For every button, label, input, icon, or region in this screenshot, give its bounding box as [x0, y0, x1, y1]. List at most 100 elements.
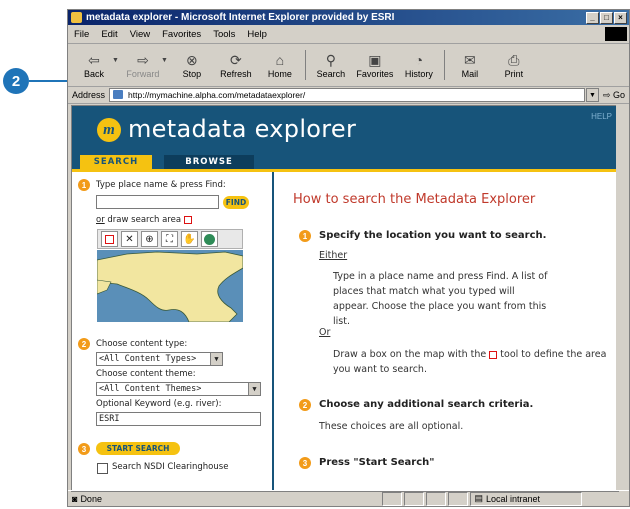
forward-arrow-icon: ⇨	[137, 51, 149, 68]
search-panel: 1 Type place name & press Find: FIND or …	[72, 172, 274, 491]
site-header: m metadata explorer HELP	[72, 106, 618, 153]
callout-badge: 2	[3, 68, 29, 94]
history-icon: ◔	[414, 52, 424, 68]
address-label: Address	[72, 90, 106, 100]
either-label: Either	[319, 250, 348, 261]
help-link[interactable]: HELP	[591, 112, 612, 121]
search-icon: ⚲	[325, 51, 336, 68]
globe-icon[interactable]	[201, 231, 218, 247]
content-theme-select[interactable]: <All Content Themes> ▼	[96, 382, 261, 396]
zoom-in-icon[interactable]: ⊕	[141, 231, 158, 247]
toolbar-separator	[304, 50, 306, 80]
tab-browse[interactable]: BROWSE	[164, 155, 254, 169]
tab-bar: SEARCH BROWSE	[72, 153, 618, 169]
favorites-button[interactable]: ▣ Favorites	[353, 51, 397, 80]
toolbar-separator	[443, 50, 445, 80]
browser-window: metadata explorer - Microsoft Internet E…	[67, 9, 630, 507]
keyword-input[interactable]: ESRI	[96, 412, 261, 426]
print-button[interactable]: ⎙ Print	[492, 51, 536, 80]
map-toolbar: ✕ ⊕ ⛶ ✋	[97, 229, 243, 249]
refresh-icon: ⟳	[230, 51, 242, 68]
back-button[interactable]: ⇦ Back	[72, 51, 116, 80]
address-url: http://mymachine.alpha.com/metadataexplo…	[128, 90, 306, 100]
place-name-input[interactable]	[96, 195, 219, 209]
rectangle-tool-icon	[183, 215, 192, 224]
page-content: m metadata explorer HELP SEARCH BROWSE 1…	[71, 105, 619, 492]
status-bar: ◙ Done ▤ Local intranet	[68, 490, 629, 506]
help-title: How to search the Metadata Explorer	[293, 192, 536, 207]
help-step-1-badge: 1	[299, 230, 311, 242]
vertical-scrollbar[interactable]	[616, 105, 627, 490]
draw-area-link[interactable]: or draw search area	[96, 215, 192, 225]
mail-icon: ✉	[464, 51, 476, 68]
favorites-icon: ▣	[368, 51, 382, 68]
refresh-button[interactable]: ⟳ Refresh	[214, 51, 258, 80]
stop-button[interactable]: ⊗ Stop	[170, 51, 214, 80]
menu-help[interactable]: Help	[241, 29, 273, 40]
help-paragraph-1: Type in a place name and press Find. A l…	[333, 271, 548, 327]
stop-icon: ⊗	[186, 51, 198, 68]
menu-view[interactable]: View	[124, 29, 156, 40]
toolbar: ⇦ Back ▼ ⇨ Forward ▼ ⊗ Stop ⟳ Refresh ⌂ Home …	[68, 44, 629, 87]
help-panel: How to search the Metadata Explorer 1 Sp…	[275, 172, 618, 491]
help-paragraph-3: These choices are all optional.	[319, 421, 464, 432]
menu-file[interactable]: File	[68, 29, 95, 40]
maximize-button[interactable]: □	[600, 11, 613, 24]
dropdown-arrow-icon: ▼	[210, 353, 222, 365]
help-paragraph-2: Draw a box on the map with the tool to d…	[333, 349, 607, 375]
content-theme-label: Choose content theme:	[96, 369, 196, 379]
help-step-2-heading: Choose any additional search criteria.	[319, 399, 534, 410]
go-button[interactable]: ⇨ Go	[599, 90, 629, 101]
step-2-badge: 2	[78, 338, 90, 350]
pan-hand-icon[interactable]: ✋	[181, 231, 198, 247]
search-button[interactable]: ⚲ Search	[309, 51, 353, 80]
status-cell	[382, 491, 403, 506]
minimize-button[interactable]: _	[586, 11, 599, 24]
help-step-3-badge: 3	[299, 457, 311, 469]
step-3-badge: 3	[78, 443, 90, 455]
menu-bar: File Edit View Favorites Tools Help	[68, 25, 629, 44]
mail-button[interactable]: ✉ Mail	[448, 51, 492, 80]
step-1-badge: 1	[78, 179, 90, 191]
intranet-icon: ▤	[474, 493, 483, 503]
back-dropdown-icon[interactable]: ▼	[112, 57, 119, 64]
full-extent-icon[interactable]: ⛶	[161, 231, 178, 247]
close-button[interactable]: ×	[614, 11, 627, 24]
map-landmass	[97, 250, 243, 322]
history-button[interactable]: ◔ History	[397, 51, 441, 79]
nsdi-label: Search NSDI Clearinghouse	[112, 462, 229, 472]
menu-favorites[interactable]: Favorites	[156, 29, 207, 40]
content-type-select[interactable]: <All Content Types> ▼	[96, 352, 223, 366]
back-arrow-icon: ⇦	[88, 51, 100, 68]
page-done-icon: ◙	[72, 493, 78, 504]
site-title: metadata explorer	[128, 115, 357, 143]
menu-edit[interactable]: Edit	[95, 29, 123, 40]
tab-search[interactable]: SEARCH	[80, 155, 152, 169]
title-bar: metadata explorer - Microsoft Internet E…	[68, 10, 629, 25]
page-icon	[113, 90, 124, 99]
address-input[interactable]: http://mymachine.alpha.com/metadataexplo…	[109, 88, 585, 102]
home-button[interactable]: ⌂ Home	[258, 51, 302, 79]
clear-icon[interactable]: ✕	[121, 231, 138, 247]
nsdi-checkbox[interactable]	[97, 463, 108, 474]
forward-dropdown-icon[interactable]: ▼	[161, 57, 168, 64]
help-step-1-heading: Specify the location you want to search.	[319, 230, 547, 241]
menu-tools[interactable]: Tools	[207, 29, 241, 40]
ie-icon	[71, 12, 82, 23]
status-text: Done	[80, 493, 102, 504]
find-button[interactable]: FIND	[223, 196, 249, 209]
or-label: Or	[319, 327, 331, 338]
address-dropdown-icon[interactable]: ▼	[585, 88, 599, 102]
map-view[interactable]	[97, 250, 243, 322]
content-type-label: Choose content type:	[96, 339, 188, 349]
zone-indicator: ▤ Local intranet	[470, 491, 583, 506]
start-search-button[interactable]: START SEARCH	[96, 442, 180, 455]
help-step-2-badge: 2	[299, 399, 311, 411]
windows-logo-icon	[605, 27, 627, 41]
dropdown-arrow-icon: ▼	[248, 383, 260, 395]
status-cell	[404, 491, 425, 506]
draw-rectangle-icon[interactable]	[101, 231, 118, 247]
forward-button[interactable]: ⇨ Forward	[121, 51, 165, 80]
site-logo: m	[97, 118, 121, 142]
keyword-label: Optional Keyword (e.g. river):	[96, 399, 222, 409]
